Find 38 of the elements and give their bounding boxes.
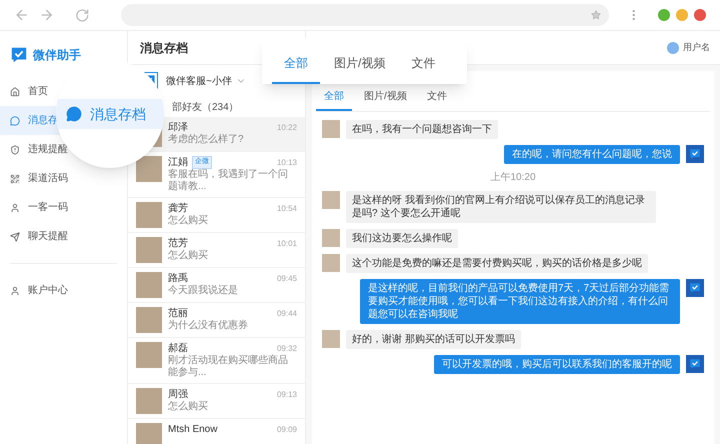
contact-time: 10:54 — [276, 202, 297, 214]
page-title: 消息存档 — [140, 40, 188, 56]
contact-time: 09:32 — [276, 342, 297, 354]
message-bubble: 是这样的呀 我看到你们的官网上有介绍说可以保存员工的消息记录是吗? 这个要怎么开通呢 — [346, 191, 656, 223]
message-bubble: 在吗，我有一个问题想咨询一下 — [346, 120, 498, 139]
message-preview: 考虑的怎么样了? — [168, 134, 245, 146]
timestamp: 上午10:20 — [490, 170, 536, 185]
friends-count: 部好友（234） — [172, 100, 239, 114]
message-preview: 怎么购买 — [168, 401, 209, 413]
message-preview: 怎么购买 — [168, 250, 209, 262]
message-bubble: 好的，谢谢 那购买的话可以开发票吗 — [346, 330, 521, 349]
contact-name: 龚芳 — [168, 202, 188, 215]
message-preview: 刚才活动现在购买哪些商品能参与... — [168, 355, 289, 379]
message-preview: 为什么没有优惠券 — [168, 320, 249, 332]
contact-name: 范芳 — [168, 237, 188, 250]
contact-time: 10:01 — [276, 238, 297, 250]
contact-time: 09:13 — [276, 388, 297, 400]
message-bubble: 是这样的呢，目前我们的产品可以免费使用7天，7天过后部分功能需要购买才能使用哦，您可以看一下我们这边有接入的介绍，有什么问题您可以在咨询我呢 — [360, 279, 680, 324]
message-bubble: 这个功能是免费的嘛还是需要付费购买呢，购买的话价格是多少呢 — [346, 254, 648, 273]
app-name: 微伴助手 — [33, 47, 81, 64]
contact-name: 路禹 — [168, 272, 188, 285]
contact-time: 09:09 — [276, 424, 297, 436]
contact-name: 江娟 — [168, 156, 188, 168]
contact-name: 郝磊 — [168, 342, 188, 354]
contact-name: 邱泽 — [168, 121, 188, 134]
contact-time: 09:44 — [276, 308, 297, 320]
contact-time: 09:45 — [276, 272, 297, 284]
contact-name: 周强 — [168, 388, 188, 401]
message-bubble: 可以开发票的哦，购买后可以联系我们的客服开的呢 — [434, 355, 680, 374]
contact-time: 10:22 — [276, 122, 297, 134]
message-bubble: 我们这边要怎么操作呢 — [346, 229, 458, 248]
message-preview: 今天跟我说还是 — [168, 285, 239, 297]
message-preview: 怎么购买 — [168, 215, 209, 227]
contact-name: Mtsh Enow — [168, 423, 218, 436]
message-preview: 客服在吗，我遇到了一个问题请教... — [168, 169, 289, 193]
contact-time: 10:13 — [276, 156, 297, 168]
message-bubble: 在的呢，请问您有什么问题呢，您说 — [504, 145, 680, 164]
contact-name: 范丽 — [168, 307, 188, 320]
